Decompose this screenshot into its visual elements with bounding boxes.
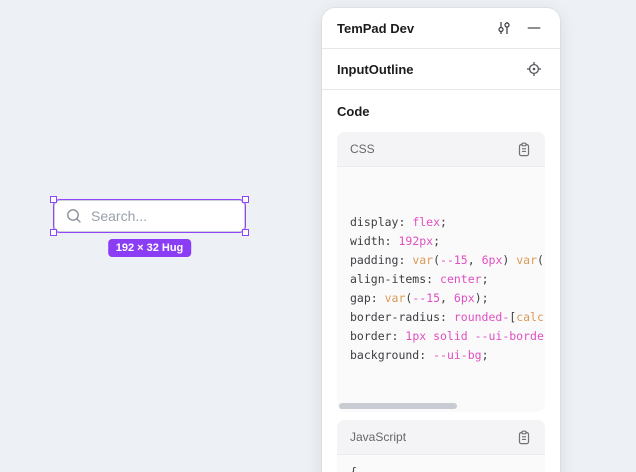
- panel-header: TemPad Dev: [322, 8, 560, 49]
- clipboard-icon: [517, 142, 531, 157]
- code-section-label: Code: [337, 104, 545, 119]
- code-line: width: 192px;: [350, 232, 545, 251]
- component-row: InputOutline: [322, 49, 560, 90]
- javascript-code-body: { display: 'flex', width: '192px', paddi…: [337, 455, 545, 472]
- code-section: Code CSS display: flex;width: 192px;padd…: [322, 90, 560, 472]
- selection-handle-top-right[interactable]: [242, 196, 249, 203]
- horizontal-scrollbar-thumb[interactable]: [339, 403, 457, 409]
- selection-handle-top-left[interactable]: [50, 196, 57, 203]
- size-badge: 192 × 32 Hug: [108, 239, 192, 257]
- code-line: display: flex;: [350, 213, 545, 232]
- code-line: border: 1px solid --ui-border-: [350, 327, 545, 346]
- minimize-button[interactable]: [523, 17, 545, 39]
- locate-icon: [526, 61, 542, 77]
- locate-component-button[interactable]: [523, 58, 545, 80]
- search-input[interactable]: Search...: [54, 200, 245, 232]
- css-block-title: CSS: [350, 142, 375, 156]
- preferences-button[interactable]: [493, 17, 515, 39]
- css-block-header: CSS: [337, 132, 545, 167]
- code-line: padding: var(--15, 6px) var(--: [350, 251, 545, 270]
- minimize-icon: [526, 20, 542, 36]
- panel-title: TemPad Dev: [337, 21, 493, 36]
- code-line: gap: var(--15, 6px);: [350, 289, 545, 308]
- code-line: {: [350, 463, 545, 472]
- css-code-body: display: flex;width: 192px;padding: var(…: [337, 167, 545, 412]
- clipboard-icon: [517, 430, 531, 445]
- javascript-code-block: JavaScript { display: 'flex', width: '19…: [337, 420, 545, 472]
- copy-javascript-button[interactable]: [513, 426, 535, 448]
- sliders-icon: [496, 20, 512, 36]
- javascript-block-title: JavaScript: [350, 430, 406, 444]
- selection-handle-bottom-left[interactable]: [50, 229, 57, 236]
- code-line: background: --ui-bg;: [350, 346, 545, 365]
- search-placeholder: Search...: [91, 208, 147, 224]
- magnifier-icon: [65, 207, 83, 225]
- selected-input-component[interactable]: Search... 192 × 32 Hug: [54, 200, 245, 232]
- css-code-block: CSS display: flex;width: 192px;padding: …: [337, 132, 545, 412]
- copy-css-button[interactable]: [513, 138, 535, 160]
- component-name: InputOutline: [337, 62, 523, 77]
- code-line: align-items: center;: [350, 270, 545, 289]
- selection-handle-bottom-right[interactable]: [242, 229, 249, 236]
- tempad-dev-panel: TemPad Dev InputOutline: [322, 8, 560, 472]
- code-line: border-radius: rounded-[calc(v: [350, 308, 545, 327]
- javascript-block-header: JavaScript: [337, 420, 545, 455]
